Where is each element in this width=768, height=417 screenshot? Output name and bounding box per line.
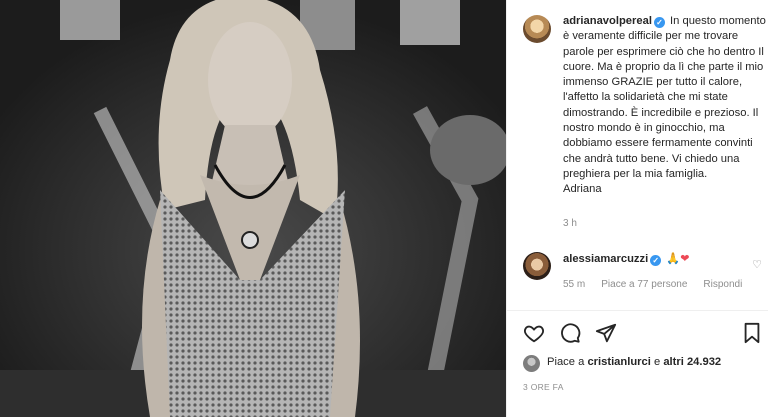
liker-username[interactable]: cristianlurci — [587, 356, 650, 368]
heart-icon[interactable] — [523, 322, 545, 344]
post-photo[interactable] — [0, 0, 506, 417]
comment: alessiamarcuzzi ✓ 🙏❤ — [563, 252, 763, 267]
likes-others[interactable]: altri 24.932 — [663, 356, 721, 368]
photo-image — [0, 0, 506, 417]
post-time[interactable]: 3 h — [563, 218, 577, 229]
verified-badge-icon: ✓ — [653, 17, 665, 28]
caption-text: In questo momento è veramente difficile … — [563, 15, 766, 180]
bookmark-icon[interactable] — [742, 322, 762, 344]
reply-button[interactable]: Rispondi — [703, 279, 742, 290]
liker-avatar[interactable] — [523, 355, 540, 372]
post-date[interactable]: 3 ORE FA — [523, 382, 564, 392]
comment-likes[interactable]: Piace a 77 persone — [601, 279, 687, 290]
commenter-username[interactable]: alessiamarcuzzi — [563, 253, 648, 265]
comment-meta: 55 m Piace a 77 persone Rispondi — [563, 279, 742, 290]
post-caption: adrianavolpereal ✓ In questo momento è ve… — [563, 14, 768, 198]
divider — [507, 310, 768, 311]
likes-middle: e — [650, 356, 664, 368]
action-bar — [523, 322, 617, 344]
heart-emoji: ❤ — [680, 253, 690, 265]
author-avatar[interactable] — [523, 15, 551, 43]
comment-like-icon[interactable]: ♡ — [752, 258, 762, 271]
author-username[interactable]: adrianavolpereal — [563, 15, 652, 27]
commenter-avatar[interactable] — [523, 252, 551, 280]
caption-signature: Adriana — [563, 183, 602, 196]
comment-icon[interactable] — [559, 322, 581, 344]
post-side-panel: adrianavolpereal ✓ In questo momento è ve… — [506, 0, 768, 417]
likes-summary[interactable]: Piace a cristianlurci e altri 24.932 — [547, 356, 721, 368]
pray-emoji: 🙏 — [666, 253, 681, 265]
share-icon[interactable] — [595, 322, 617, 344]
comment-time[interactable]: 55 m — [563, 279, 585, 290]
verified-badge-icon: ✓ — [650, 255, 662, 266]
likes-prefix: Piace a — [547, 356, 588, 368]
